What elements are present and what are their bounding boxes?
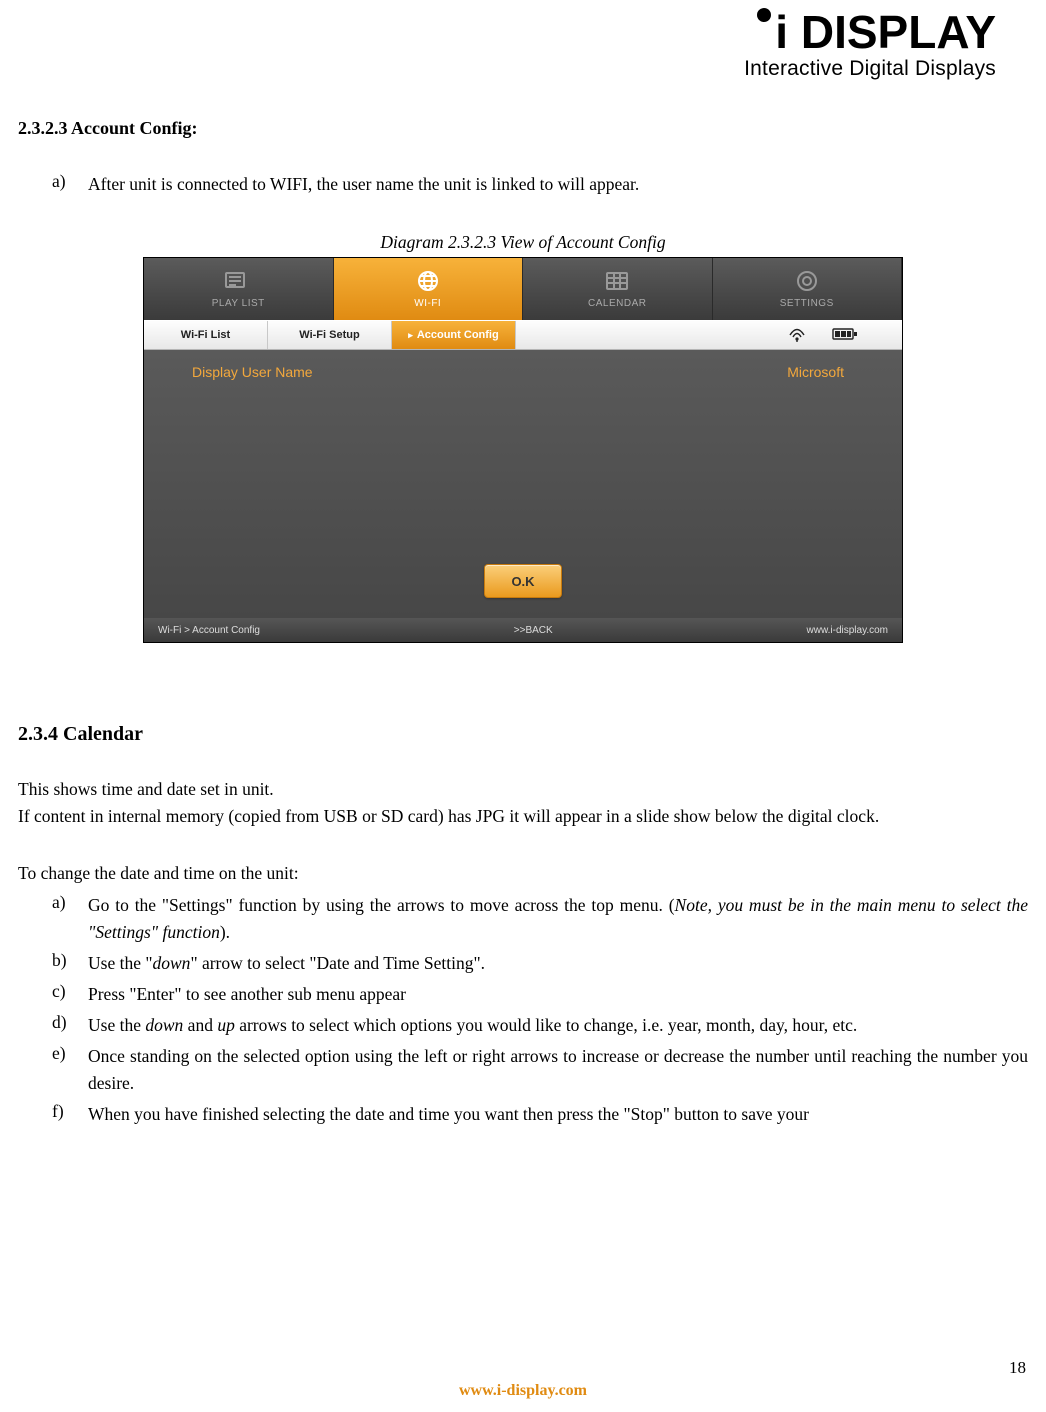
wifi-signal-icon (788, 326, 806, 345)
list-body: Use the "down" arrow to select "Date and… (88, 950, 1028, 977)
steps-list: a) Go to the "Settings" function by usin… (18, 892, 1028, 1129)
list-marker: a) (52, 171, 88, 198)
page-footer-url: www.i-display.com (0, 1382, 1046, 1400)
nav-playlist[interactable]: PLAY LIST (144, 258, 334, 320)
list-marker: d) (52, 1012, 88, 1039)
list-body: Go to the "Settings" function by using t… (88, 892, 1028, 946)
section-heading-account-config: 2.3.2.3 Account Config: (18, 118, 1028, 139)
display-username-row: Display User Name Microsoft (144, 364, 902, 380)
page-number: 18 (1009, 1358, 1026, 1378)
subtab-account-config[interactable]: ▸ Account Config (392, 321, 516, 349)
sub-nav: Wi-Fi List Wi-Fi Setup ▸ Account Config (144, 320, 902, 350)
list-body: Press "Enter" to see another sub menu ap… (88, 981, 1028, 1008)
status-icons (788, 326, 902, 345)
logo-main: i DISPLAY (744, 8, 996, 55)
nav-settings[interactable]: SETTINGS (713, 258, 903, 320)
battery-icon (832, 327, 858, 344)
gear-icon (790, 269, 824, 293)
nav-label: CALENDAR (588, 298, 646, 309)
para-line1: This shows time and date set in unit. (18, 779, 274, 799)
subtab-wifi-setup[interactable]: Wi-Fi Setup (268, 321, 392, 349)
intro-list: a) After unit is connected to WIFI, the … (18, 171, 1028, 198)
diagram-caption: Diagram 2.3.2.3 View of Account Config (18, 232, 1028, 253)
nav-wifi[interactable]: WI-FI (334, 258, 524, 320)
logo-subtitle: Interactive Digital Displays (744, 57, 996, 81)
display-username-value: Microsoft (787, 364, 844, 380)
ok-button-label: O.K (511, 574, 534, 589)
footer-url: www.i-display.com (807, 625, 889, 636)
list-body: Use the down and up arrows to select whi… (88, 1012, 1028, 1039)
nav-label: PLAY LIST (212, 298, 265, 309)
para-line2: If content in internal memory (copied fr… (18, 806, 879, 826)
content-area: Display User Name Microsoft O.K (144, 350, 902, 618)
subtab-label: Account Config (417, 329, 499, 341)
logo-main-text: i DISPLAY (775, 6, 996, 58)
calendar-icon (600, 269, 634, 293)
logo: i DISPLAY Interactive Digital Displays (744, 8, 996, 81)
subtab-label: Wi-Fi List (181, 329, 230, 341)
list-body: Once standing on the selected option usi… (88, 1043, 1028, 1097)
display-username-label: Display User Name (192, 364, 313, 380)
list-marker: e) (52, 1043, 88, 1097)
subtab-wifi-list[interactable]: Wi-Fi List (144, 321, 268, 349)
nav-label: WI-FI (414, 298, 441, 309)
list-marker: a) (52, 892, 88, 946)
list-item: b) Use the "down" arrow to select "Date … (18, 950, 1028, 977)
back-button[interactable]: >>BACK (260, 625, 807, 636)
breadcrumb: Wi-Fi > Account Config (158, 625, 260, 636)
logo-dot-icon (757, 8, 771, 22)
list-marker: b) (52, 950, 88, 977)
nav-calendar[interactable]: CALENDAR (523, 258, 713, 320)
subtab-label: Wi-Fi Setup (299, 329, 359, 341)
list-item: c) Press "Enter" to see another sub menu… (18, 981, 1028, 1008)
list-marker: c) (52, 981, 88, 1008)
paragraph: This shows time and date set in unit. If… (18, 776, 1028, 830)
list-item: f) When you have finished selecting the … (18, 1101, 1028, 1128)
list-body: After unit is connected to WIFI, the use… (88, 171, 1028, 198)
section-heading-calendar: 2.3.4 Calendar (18, 723, 1028, 746)
list-item: e) Once standing on the selected option … (18, 1043, 1028, 1097)
globe-icon (411, 269, 445, 293)
caret-right-icon: ▸ (408, 330, 413, 341)
list-item: a) Go to the "Settings" function by usin… (18, 892, 1028, 946)
list-marker: f) (52, 1101, 88, 1128)
ok-button[interactable]: O.K (484, 564, 562, 598)
list-item: d) Use the down and up arrows to select … (18, 1012, 1028, 1039)
footer-bar: Wi-Fi > Account Config >>BACK www.i-disp… (144, 618, 902, 642)
list-item: a) After unit is connected to WIFI, the … (18, 171, 1028, 198)
nav-label: SETTINGS (780, 298, 834, 309)
list-body: When you have finished selecting the dat… (88, 1101, 1028, 1128)
account-config-screenshot: PLAY LIST WI-FI CALENDAR SETTINGS Wi-Fi … (143, 257, 903, 643)
top-nav: PLAY LIST WI-FI CALENDAR SETTINGS (144, 258, 902, 320)
paragraph-intro-steps: To change the date and time on the unit: (18, 860, 1028, 887)
playlist-icon (221, 269, 255, 293)
